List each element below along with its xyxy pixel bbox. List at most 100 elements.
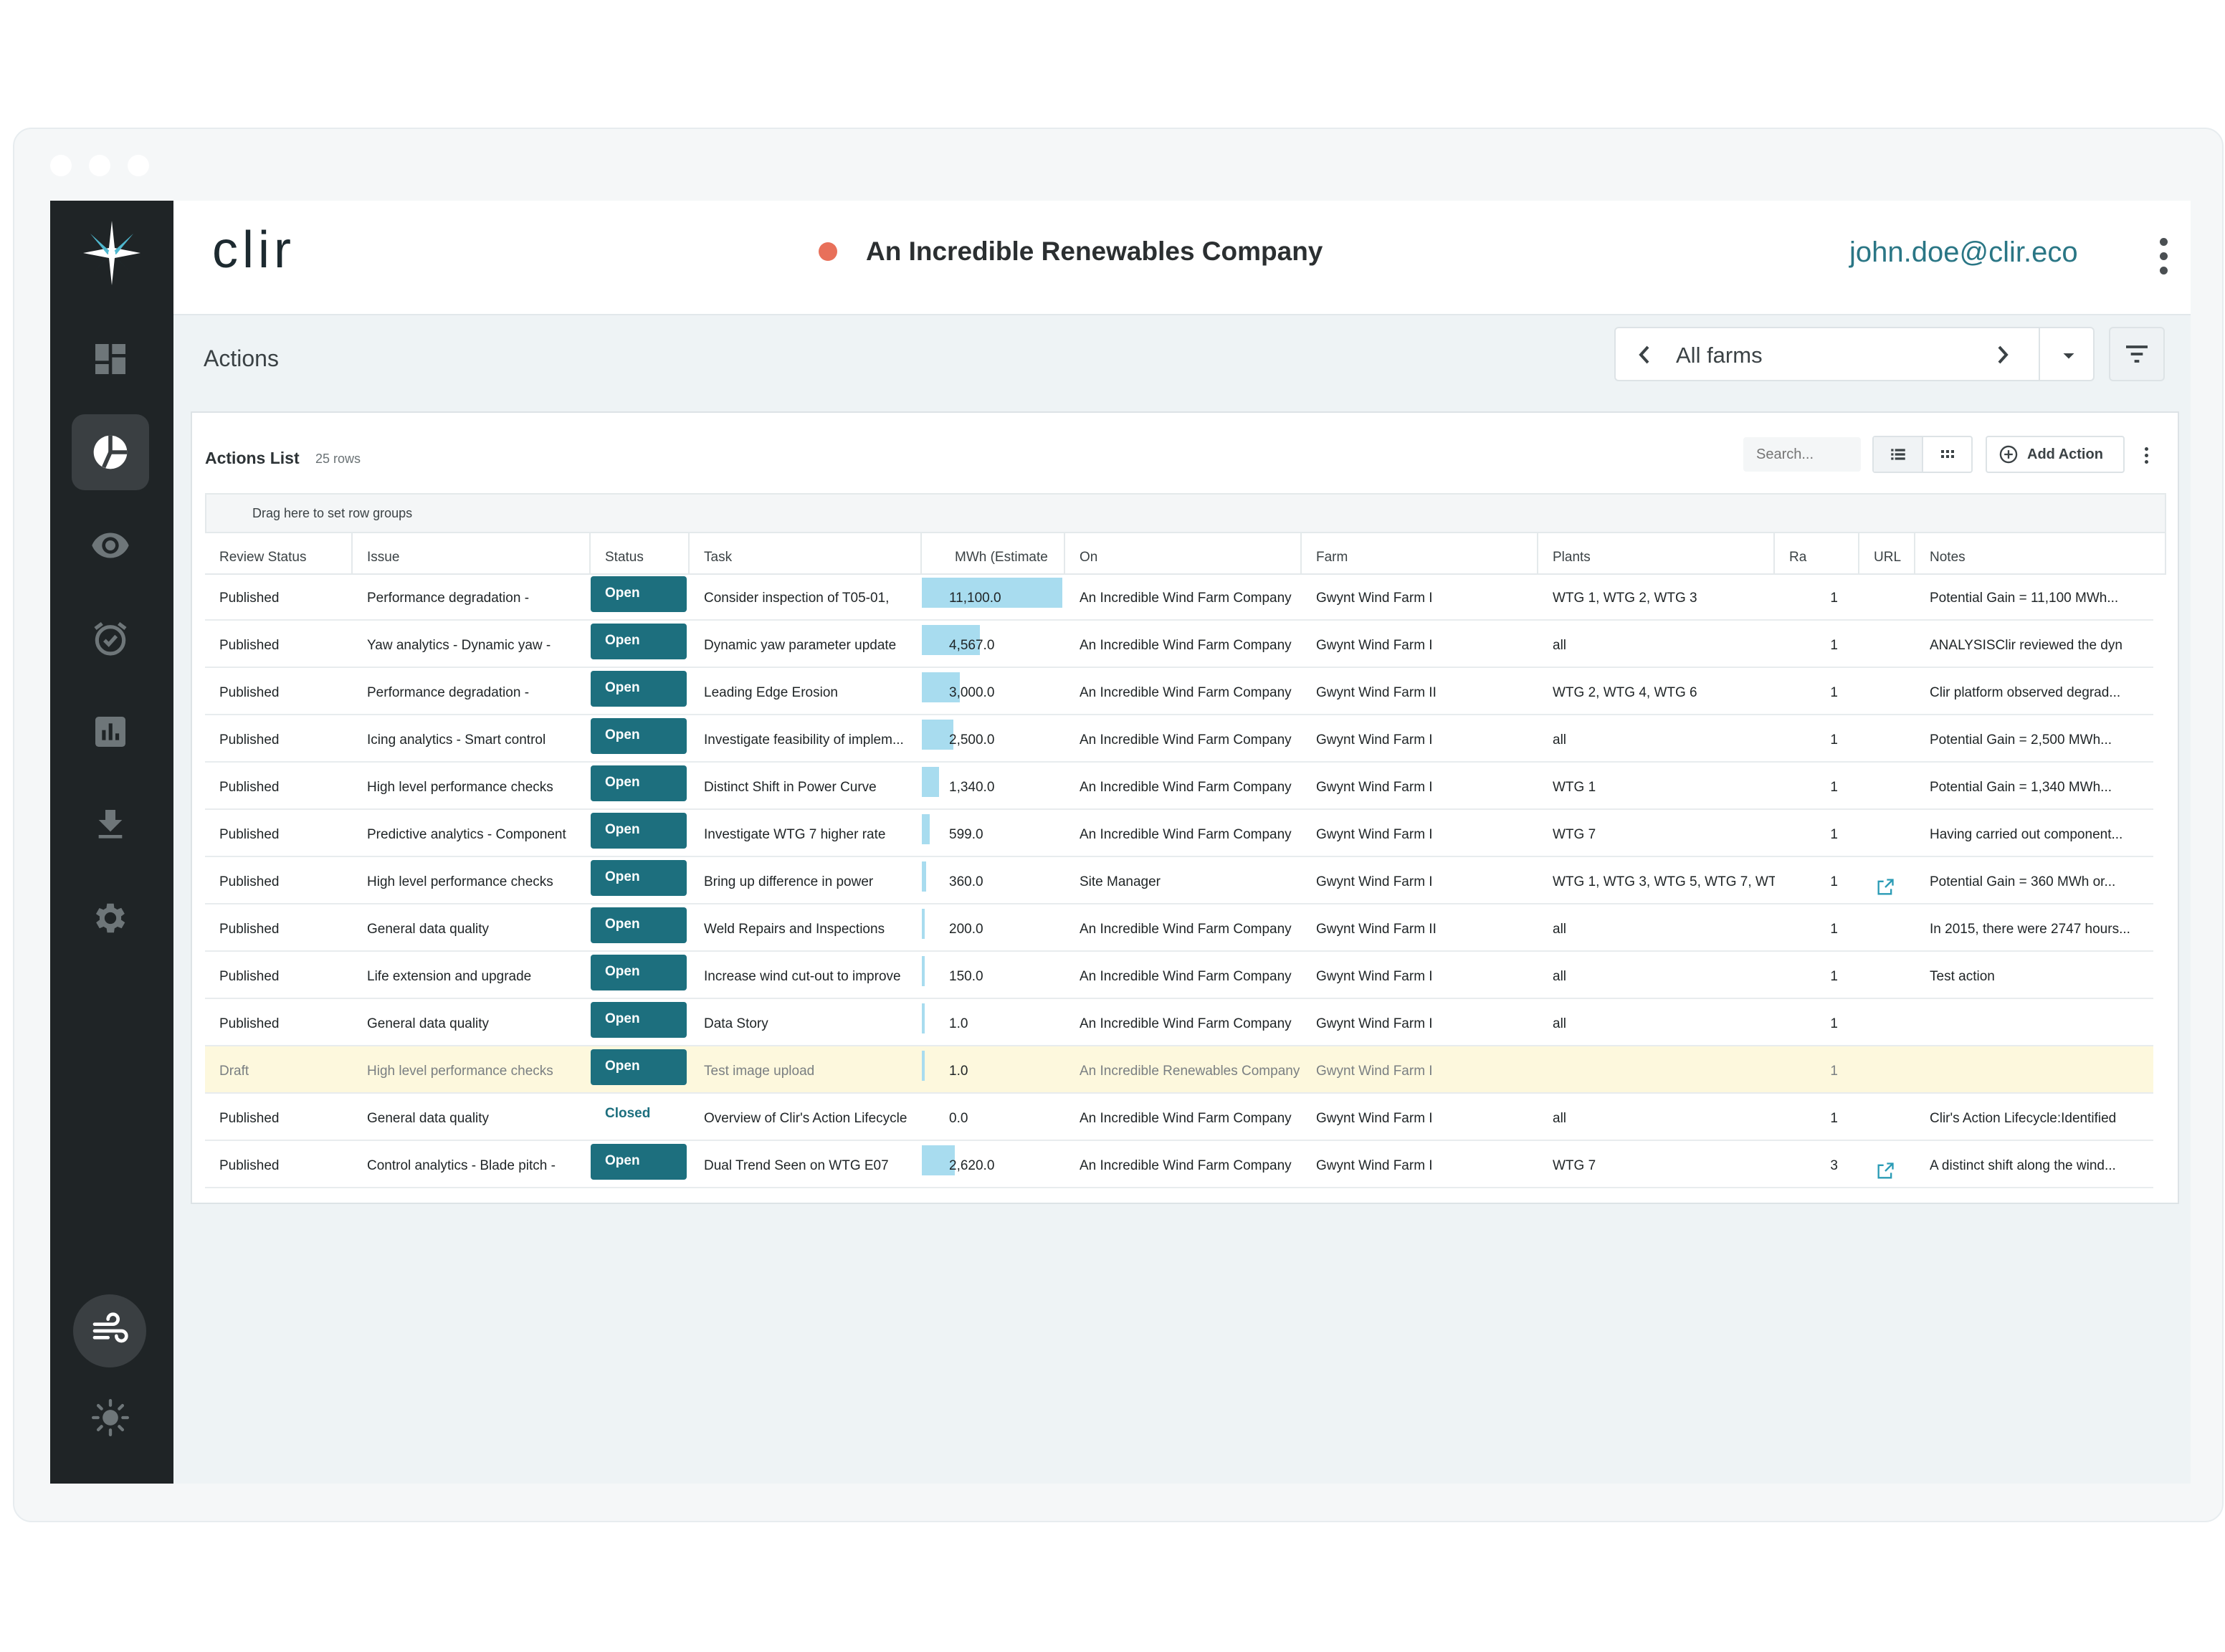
cell-mwh: 1.0 [922,999,1065,1045]
cell-on: An Incredible Wind Farm Company [1065,952,1302,998]
table-row[interactable]: Published Icing analytics - Smart control… [205,715,2153,763]
chevron-left-icon[interactable] [1637,344,1652,371]
cell-on-text: An Incredible Renewables Company [1080,1064,1300,1079]
sidebar-item-monitor[interactable] [72,507,149,583]
cell-on-text: Site Manager [1080,874,1161,889]
cell-issue-text: Performance degradation - [367,685,530,700]
more-options-icon[interactable] [2156,238,2171,275]
column-header-plants[interactable]: Plants [1538,533,1775,573]
cell-status: Open [591,573,690,619]
table-row[interactable]: Published Yaw analytics - Dynamic yaw - Op… [205,621,2153,668]
cell-status: Open [591,763,690,808]
table-row[interactable]: Published Control analytics - Blade pitch… [205,1141,2153,1188]
cell-farm-text: Gwynt Wind Farm I [1316,732,1433,748]
sidebar-item-dashboard[interactable] [72,321,149,397]
cell-mwh: 0.0 [922,1094,1065,1140]
column-header-farm[interactable]: Farm [1302,533,1538,573]
cell-status: Open [591,857,690,903]
column-header-url[interactable]: URL [1859,533,1915,573]
farm-selector[interactable]: All farms [1614,327,2095,381]
table-row[interactable]: Published High level performance checks Op… [205,857,2153,904]
external-link-icon[interactable] [1875,1152,1895,1187]
cell-issue: Predictive analytics - Component [353,810,591,856]
cell-ra: 1 [1775,810,1859,856]
cell-issue: General data quality [353,999,591,1045]
cell-on: An Incredible Wind Farm Company [1065,668,1302,714]
column-header-status[interactable]: Status [591,533,690,573]
list-icon [1890,449,1905,460]
search-input[interactable] [1743,437,1861,472]
status-dot-icon [819,242,837,261]
wind-mode-button[interactable] [73,1294,146,1367]
chevron-down-icon[interactable] [2056,343,2082,372]
app-logo[interactable]: clir [212,221,295,280]
clir-star-logo-icon[interactable] [83,221,140,285]
table-row[interactable]: Published General data quality Open Weld Re… [205,904,2153,952]
status-badge: Open [591,1144,687,1180]
sidebar-item-downloads[interactable] [72,787,149,863]
filter-button[interactable] [2109,327,2165,381]
cell-review-text: Published [219,922,280,937]
cell-farm-text: Gwynt Wind Farm I [1316,1016,1433,1031]
window-control-dot[interactable] [89,155,110,176]
sidebar-item-alarms[interactable] [72,601,149,677]
table-row[interactable]: Published Predictive analytics - Componen… [205,810,2153,857]
cell-status: Closed [591,1094,690,1140]
cell-task-text: Dual Trend Seen on WTG E07 [704,1158,889,1173]
mwh-value: 4,567.0 [949,638,995,653]
table-row[interactable]: Published General data quality Open Data St… [205,999,2153,1046]
gear-icon [95,903,125,933]
card-menu-icon[interactable] [2145,447,2150,467]
grid-view-button[interactable] [1923,437,1971,472]
table-row[interactable]: Published Performance degradation - Open Le… [205,668,2153,715]
window-control-dot[interactable] [50,155,72,176]
table-row[interactable]: Published Life extension and upgrade Open I… [205,952,2153,999]
table-row[interactable]: Draft High level performance checks Open Te… [205,1046,2153,1094]
cell-on-text: An Incredible Wind Farm Company [1080,685,1292,700]
cell-ra-text: 1 [1830,1111,1838,1126]
cell-notes: Clir's Action Lifecycle:Identified [1915,1094,2166,1140]
column-header-task[interactable]: Task [690,533,922,573]
column-header-on[interactable]: On [1065,533,1302,573]
list-view-button[interactable] [1874,437,1923,472]
cell-task: Increase wind cut-out to improve [690,952,922,998]
cell-review: Published [205,904,353,950]
sidebar-item-settings[interactable] [72,880,149,956]
cell-url [1859,1141,1915,1187]
column-header-notes[interactable]: Notes [1915,533,2166,573]
column-header-review[interactable]: Review Status [205,533,353,573]
cell-task: Investigate WTG 7 higher rate [690,810,922,856]
top-header: clir An Incredible Renewables Company jo… [173,201,2191,315]
cell-farm-text: Gwynt Wind Farm I [1316,1064,1433,1079]
status-badge: Open [591,718,687,754]
user-email[interactable]: john.doe@clir.eco [1849,237,2078,269]
cell-farm: Gwynt Wind Farm I [1302,999,1538,1045]
page-title: Actions [204,345,279,371]
cell-ra-text: 1 [1830,874,1838,889]
column-header-issue[interactable]: Issue [353,533,591,573]
cell-task: Bring up difference in power [690,857,922,903]
add-action-button[interactable]: Add Action [1986,436,2125,473]
window-control-dot[interactable] [128,155,149,176]
column-header-mwh[interactable]: MWh (Estimate [922,533,1065,573]
cell-review-text: Published [219,638,280,653]
sidebar-item-actions[interactable] [72,414,149,490]
row-group-dropzone[interactable]: Drag here to set row groups [205,493,2166,533]
table-row[interactable]: Published High level performance checks Op… [205,763,2153,810]
cell-farm: Gwynt Wind Farm I [1302,1094,1538,1140]
cell-task-text: Leading Edge Erosion [704,685,838,700]
status-badge: Open [591,1049,687,1085]
cell-farm-text: Gwynt Wind Farm I [1316,969,1433,984]
chevron-right-icon[interactable] [1996,344,2010,371]
cell-farm-text: Gwynt Wind Farm I [1316,780,1433,795]
table-row[interactable]: Published General data quality Closed Overv… [205,1094,2153,1141]
sidebar-item-reports[interactable] [72,694,149,770]
table-row[interactable]: Published Performance degradation - Open Co… [205,573,2153,621]
cell-plants: all [1538,904,1775,950]
theme-toggle-button[interactable] [90,1398,130,1438]
status-badge: Closed [605,1106,651,1121]
external-link-icon[interactable] [1875,869,1895,903]
column-header-ra[interactable]: Ra [1775,533,1859,573]
cell-notes-text: A distinct shift along the wind... [1930,1158,2116,1173]
cell-url [1859,810,1915,856]
